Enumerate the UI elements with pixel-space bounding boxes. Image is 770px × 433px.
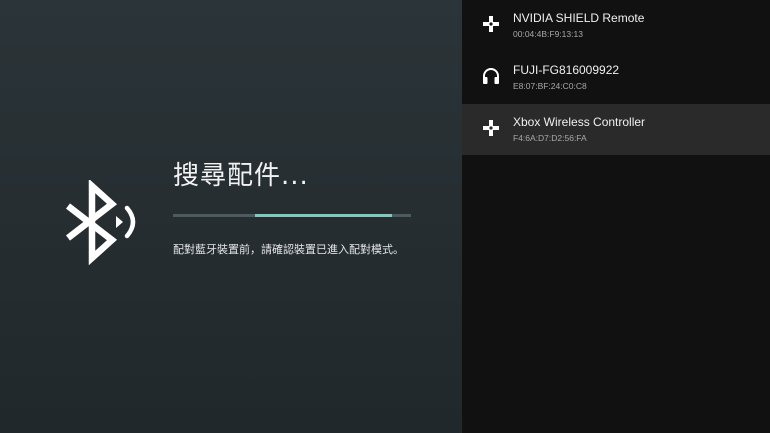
gamepad-icon (483, 120, 499, 136)
headset-icon (483, 68, 499, 84)
bluetooth-searching-icon (66, 180, 136, 265)
device-item-nvidia-shield-remote[interactable]: NVIDIA SHIELD Remote 00:04:4B:F9:13:13 (462, 0, 770, 51)
device-name: NVIDIA SHIELD Remote (513, 11, 645, 25)
device-item-fuji-fg816009922[interactable]: FUJI-FG816009922 E8:07:BF:24:C0:C8 (462, 52, 770, 103)
device-address: F4:6A:D7:D2:56:FA (513, 133, 587, 143)
pairing-instructions: 配對藍牙裝置前，請確認裝置已進入配對模式。 (173, 243, 404, 256)
device-list: NVIDIA SHIELD Remote 00:04:4B:F9:13:13 F… (462, 0, 770, 433)
search-progress-bar (173, 214, 411, 217)
search-progress-fill (255, 214, 392, 217)
gamepad-icon (483, 16, 499, 32)
device-name: FUJI-FG816009922 (513, 63, 620, 77)
device-address: E8:07:BF:24:C0:C8 (513, 81, 587, 91)
device-address: 00:04:4B:F9:13:13 (513, 29, 583, 39)
device-name: Xbox Wireless Controller (513, 115, 646, 129)
device-item-xbox-wireless-controller[interactable]: Xbox Wireless Controller F4:6A:D7:D2:56:… (462, 104, 770, 155)
page-title: 搜尋配件... (173, 161, 309, 191)
search-panel: 搜尋配件... 配對藍牙裝置前，請確認裝置已進入配對模式。 (0, 0, 462, 433)
